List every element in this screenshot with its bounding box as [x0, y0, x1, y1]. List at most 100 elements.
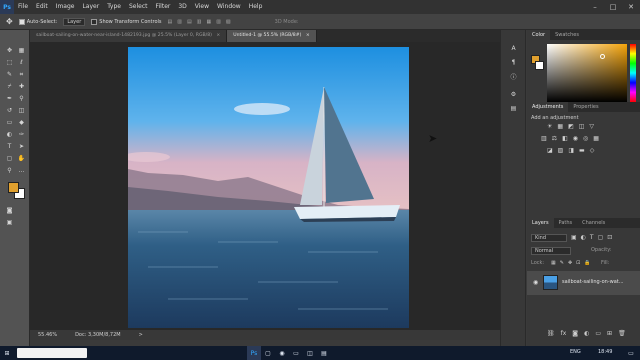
- tab-properties[interactable]: Properties: [568, 102, 603, 112]
- clock[interactable]: 18:49: [598, 349, 612, 355]
- hue-slider[interactable]: [630, 44, 636, 102]
- eyedropper-icon[interactable]: ⌿: [5, 82, 14, 91]
- blur-icon[interactable]: ◆: [17, 118, 26, 127]
- clone-stamp-icon[interactable]: ⚲: [17, 94, 26, 103]
- align-buttons[interactable]: ▤ ▥ ▤ ▥ ▦ ▥ ▧: [168, 19, 231, 25]
- tab-swatches[interactable]: Swatches: [550, 30, 584, 40]
- brush-icon[interactable]: ✒: [5, 94, 14, 103]
- black-white-icon[interactable]: ◧: [562, 135, 568, 142]
- type-icon[interactable]: T: [5, 142, 14, 151]
- app-icon-2[interactable]: ◉: [275, 346, 289, 360]
- screen-mode-icon[interactable]: ▣: [5, 218, 14, 227]
- close-icon[interactable]: ×: [216, 33, 220, 38]
- gradient-icon[interactable]: ▭: [5, 118, 14, 127]
- photo-filter-icon[interactable]: ◉: [573, 135, 578, 142]
- app-icon-4[interactable]: ◫: [303, 346, 317, 360]
- gradient-map-icon[interactable]: ▬: [579, 147, 585, 154]
- app-icon-1[interactable]: ▢: [261, 346, 275, 360]
- eraser-icon[interactable]: ◫: [17, 106, 26, 115]
- tab-color[interactable]: Color: [527, 30, 551, 40]
- layer-style-icon[interactable]: fx: [561, 330, 567, 337]
- layer-thumbnail[interactable]: [543, 275, 558, 290]
- adjust-filter-icon[interactable]: ◐: [581, 234, 586, 241]
- pixel-filter-icon[interactable]: ▣: [571, 234, 577, 241]
- photoshop-logo[interactable]: Ps: [0, 0, 14, 14]
- layer-name[interactable]: sailboat-sailing-on-wat...: [562, 279, 624, 285]
- layer-filter-kind[interactable]: Kind: [531, 234, 567, 242]
- align-bottom-icon[interactable]: ▤: [187, 19, 192, 25]
- marquee-icon[interactable]: ⬚: [5, 58, 14, 67]
- align-right-icon[interactable]: ▥: [216, 19, 221, 25]
- status-menu-arrow[interactable]: >: [139, 332, 143, 338]
- info-icon[interactable]: ⓘ: [509, 72, 518, 81]
- move-tool-icon[interactable]: ✥: [6, 17, 13, 26]
- vibrance-icon[interactable]: ▽: [589, 123, 594, 130]
- menu-3d[interactable]: 3D: [174, 0, 190, 14]
- tab-layers[interactable]: Layers: [527, 218, 554, 228]
- pen-icon[interactable]: ✑: [17, 130, 26, 139]
- crop-icon[interactable]: ⌗: [17, 70, 26, 79]
- levels-icon[interactable]: ▦: [557, 123, 563, 130]
- align-center-icon[interactable]: ▦: [206, 19, 211, 25]
- tab-untitled[interactable]: Untitled-1 @ 55.5% (RGB/8#) ×: [227, 30, 317, 42]
- lock-all-icon[interactable]: 🔒: [584, 260, 590, 266]
- color-lookup-icon[interactable]: ▦: [593, 135, 599, 142]
- path-select-icon[interactable]: ➤: [17, 142, 26, 151]
- auto-select-checkbox[interactable]: [18, 18, 25, 25]
- hand-icon[interactable]: ✋: [17, 154, 26, 163]
- libraries-icon[interactable]: ▤: [509, 104, 518, 113]
- channel-mixer-icon[interactable]: ◎: [583, 135, 588, 142]
- history-icon[interactable]: A: [509, 44, 518, 53]
- artboard-icon[interactable]: ▦: [17, 46, 26, 55]
- menu-select[interactable]: Select: [125, 0, 152, 14]
- align-top-icon[interactable]: ▤: [168, 19, 173, 25]
- zoom-level[interactable]: 55.46%: [38, 332, 57, 338]
- notifications-icon[interactable]: ▭: [624, 346, 638, 360]
- blend-mode-select[interactable]: Normal: [531, 247, 571, 255]
- menu-file[interactable]: File: [14, 0, 32, 14]
- show-transform-checkbox[interactable]: [91, 18, 98, 25]
- taskbar-search-box[interactable]: [17, 348, 87, 358]
- menu-image[interactable]: Image: [52, 0, 79, 14]
- distribute-icon[interactable]: ▧: [226, 19, 231, 25]
- quick-select-icon[interactable]: ✎: [5, 70, 14, 79]
- menu-filter[interactable]: Filter: [152, 0, 175, 14]
- link-layers-icon[interactable]: ⛓: [547, 330, 555, 337]
- align-middle-icon[interactable]: ▥: [177, 19, 182, 25]
- visibility-eye-icon[interactable]: ◉: [533, 279, 538, 286]
- auto-select-dropdown[interactable]: Layer: [63, 17, 86, 26]
- zoom-icon[interactable]: ⚲: [5, 166, 14, 175]
- properties-icon[interactable]: ⚙: [509, 90, 518, 99]
- align-left-icon[interactable]: ▥: [197, 19, 202, 25]
- tab-sailboat[interactable]: sailboat-sailing-on-water-near-island-14…: [30, 30, 228, 42]
- menu-layer[interactable]: Layer: [78, 0, 103, 14]
- language-indicator[interactable]: ENG: [570, 349, 581, 355]
- app-icon-5[interactable]: ▤: [317, 346, 331, 360]
- invert-icon[interactable]: ◪: [547, 147, 553, 154]
- lock-pixels-icon[interactable]: ▦: [551, 260, 556, 266]
- type-filter-icon[interactable]: T: [590, 234, 594, 241]
- foreground-color-swatch[interactable]: [8, 182, 19, 193]
- threshold-icon[interactable]: ◨: [568, 147, 574, 154]
- menu-type[interactable]: Type: [103, 0, 125, 14]
- photoshop-taskbar-icon[interactable]: Ps: [247, 346, 261, 360]
- sailboat-photo[interactable]: [128, 47, 409, 328]
- menu-edit[interactable]: Edit: [32, 0, 52, 14]
- layer-row[interactable]: ◉ sailboat-sailing-on-wat...: [527, 271, 640, 295]
- close-icon[interactable]: ×: [306, 33, 310, 38]
- smart-filter-icon[interactable]: ⊡: [607, 234, 612, 241]
- move-icon[interactable]: ✥: [5, 46, 14, 55]
- menu-window[interactable]: Window: [213, 0, 245, 14]
- lock-paint-icon[interactable]: ✎: [560, 260, 564, 266]
- color-picker-field[interactable]: [547, 44, 627, 102]
- lock-artboard-icon[interactable]: ⊡: [576, 260, 580, 266]
- exposure-icon[interactable]: ◫: [579, 123, 585, 130]
- maximize-icon[interactable]: □: [604, 0, 622, 14]
- new-adjustment-icon[interactable]: ◐: [584, 330, 589, 337]
- delete-layer-icon[interactable]: 🗑: [618, 330, 626, 337]
- add-mask-icon[interactable]: ◙: [572, 330, 578, 337]
- start-icon[interactable]: ⊞: [0, 346, 14, 360]
- app-icon-3[interactable]: ▭: [289, 346, 303, 360]
- new-layer-icon[interactable]: ⊞: [607, 330, 612, 337]
- brightness-icon[interactable]: ☀: [547, 123, 552, 130]
